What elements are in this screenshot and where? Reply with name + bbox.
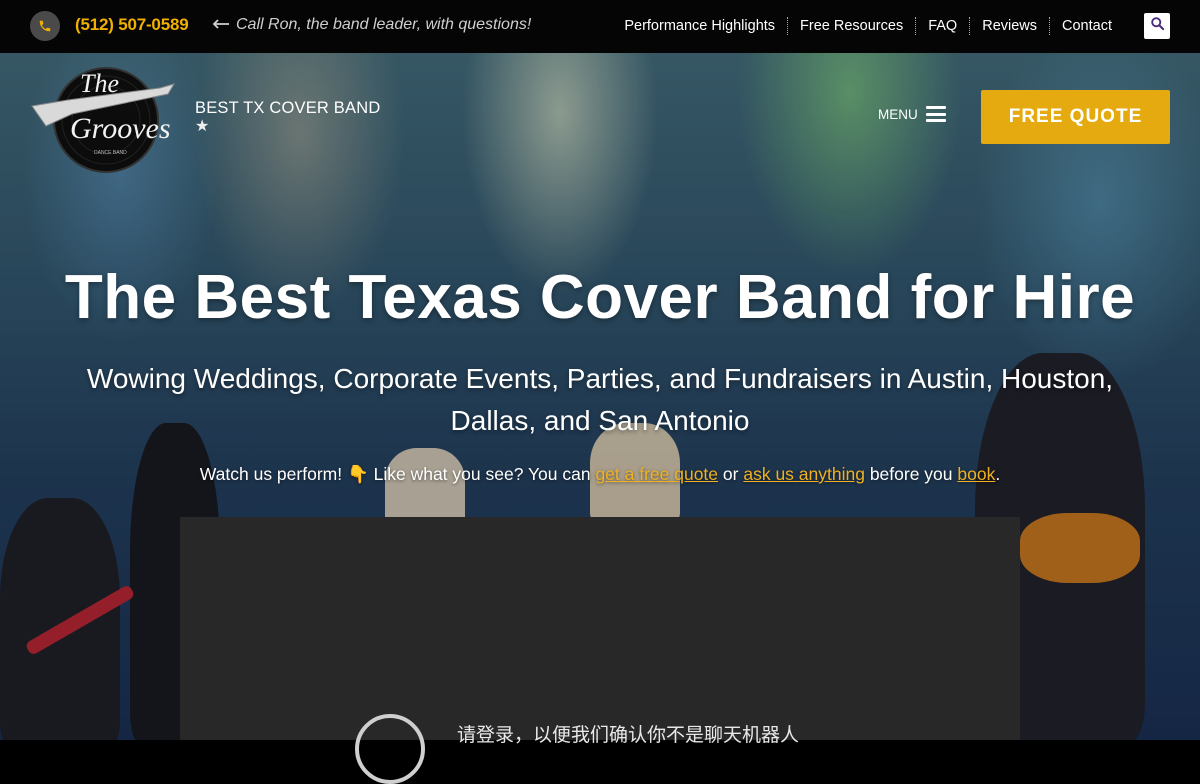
ask-anything-link[interactable]: ask us anything [743,464,865,484]
video-embed[interactable]: 请登录，以便我们确认你不是聊天机器人 [180,517,1020,784]
nav-contact[interactable]: Contact [1050,17,1124,35]
call-note-text: Call Ron, the band leader, with question… [236,16,532,33]
arrow-left-icon [212,16,230,34]
logo-word-grooves: Grooves [70,112,171,145]
nav-reviews[interactable]: Reviews [970,17,1051,35]
band-logo[interactable]: The Grooves DANCE BAND [28,62,176,174]
free-quote-link[interactable]: get a free quote [595,464,718,484]
logo-word-the: The [80,69,119,98]
perform-mid-1: or [718,464,744,484]
call-note: Call Ron, the band leader, with question… [212,16,531,34]
perform-prefix: Watch us perform! 👇 Like what you see? Y… [199,464,596,484]
search-icon [1150,16,1165,36]
menu-label: MENU [878,106,918,122]
nav-performance-highlights[interactable]: Performance Highlights [612,17,789,35]
menu-button[interactable]: MENU [878,106,946,122]
hero-subheadline: Wowing Weddings, Corporate Events, Parti… [86,363,1114,436]
book-link[interactable]: book [957,464,995,484]
perform-mid-2: before you [864,464,958,484]
top-navigation: Performance Highlights Free Resources FA… [612,17,1124,35]
phone-number-link[interactable]: (512) 507-0589 [75,15,189,35]
star-icon: ★ [195,118,210,135]
hamburger-icon [925,106,946,122]
perform-cta-line: Watch us perform! 👇 Like what you see? Y… [0,464,1200,485]
free-quote-button[interactable]: FREE QUOTE [981,90,1170,144]
logo-small-text: DANCE BAND [94,150,127,156]
nav-free-resources[interactable]: Free Resources [788,17,917,35]
video-login-message: 请登录，以便我们确认你不是聊天机器人 [457,725,800,746]
perform-suffix: . [995,464,1001,484]
nav-faq[interactable]: FAQ [916,17,971,35]
top-bar: (512) 507-0589 Call Ron, the band leader… [0,0,1200,53]
play-icon[interactable] [355,714,425,784]
site-tagline: BEST TX COVER BAND [195,99,381,117]
search-button[interactable] [1144,13,1170,39]
hero-headline: The Best Texas Cover Band for Hire [64,263,1136,332]
phone-icon[interactable] [30,11,60,41]
